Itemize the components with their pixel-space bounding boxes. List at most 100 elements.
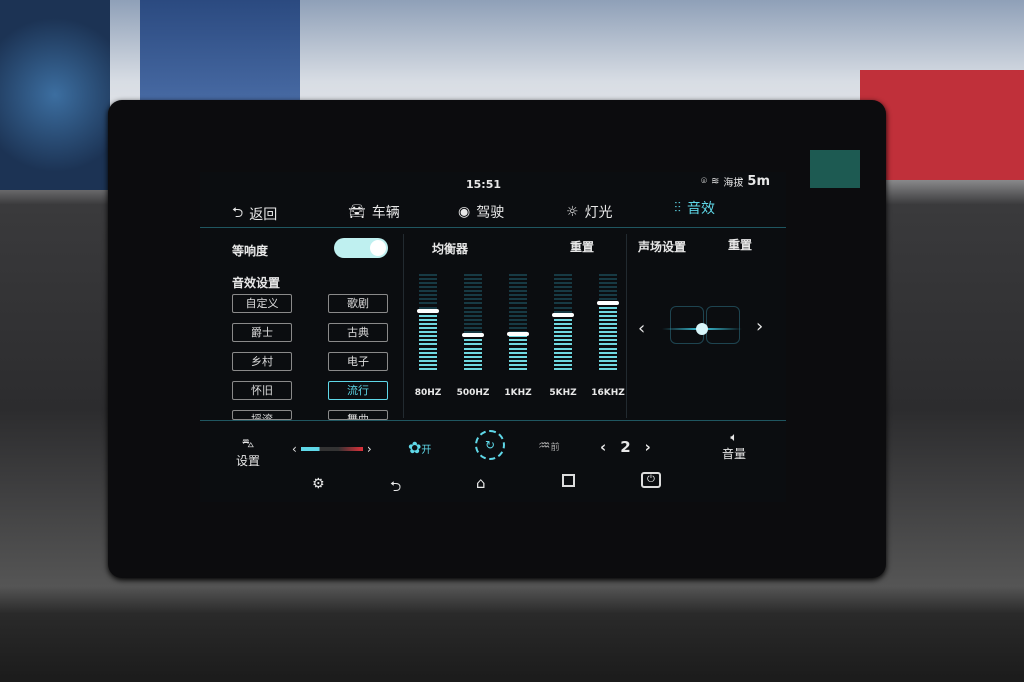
eq-band-label: 1KHZ [504,388,532,398]
eq-segment [599,322,617,325]
eq-segment [464,322,482,325]
eq-segment [464,314,482,317]
eq-segment [509,277,527,280]
equalizer-reset-button[interactable]: 重置 [570,238,594,255]
chevron-right-icon[interactable]: › [367,442,372,456]
sound-field-title: 声场设置 [638,240,687,254]
tab-back[interactable]: ⮌ 返回 [232,202,277,226]
preset-button[interactable]: 自定义 [232,294,292,313]
preset-button[interactable]: 乡村 [232,352,292,371]
eq-slider-80hz[interactable] [417,270,439,370]
eq-segment [419,277,437,280]
eq-segment [554,355,572,358]
eq-segment [554,281,572,284]
eq-handle[interactable] [462,333,484,337]
eq-segment [554,322,572,325]
eq-segment [464,277,482,280]
fan-toggle-button[interactable]: ✿开 [408,438,431,457]
loudness-toggle[interactable] [334,238,388,258]
eq-segment [554,343,572,346]
preset-button[interactable]: 歌剧 [328,294,388,313]
light-icon: ☼ [566,204,579,220]
eq-slider-5khz[interactable] [552,270,574,370]
eq-segment [509,322,527,325]
preset-button[interactable]: 爵士 [232,323,292,342]
eq-segment [464,363,482,366]
tab-sound[interactable]: ⫶⫶ 音效 [674,198,715,218]
tab-label: 车辆 [371,205,400,221]
preset-button[interactable]: 舞曲 [328,410,388,420]
eq-handle[interactable] [417,309,439,313]
sound-field-reset-button[interactable]: 重置 [728,236,752,253]
eq-handle[interactable] [597,301,619,305]
temperature-bar[interactable] [300,447,363,451]
eq-segment [554,273,572,276]
preset-button[interactable]: 摇滚 [232,410,292,420]
tab-vehicle[interactable]: 🚘︎ 车辆 [348,202,400,222]
eq-segment [554,331,572,334]
eq-segment [464,318,482,321]
eq-segment [464,306,482,309]
back-icon: ⮌ [232,205,244,221]
eq-segment [419,355,437,358]
tab-driving[interactable]: ◉ 驾驶 [458,202,504,222]
home-icon[interactable]: ⌂ [476,474,486,492]
chevron-left-icon[interactable]: ‹ [292,442,297,456]
eq-segment [509,290,527,293]
clock: 15:51 [466,178,502,191]
eq-segment [599,277,617,280]
eq-band-label: 80HZ [414,388,442,398]
eq-segment [554,302,572,305]
air-recirculation-button[interactable]: ↻ [475,430,505,460]
eq-segment [464,359,482,362]
background-screen-left [0,0,110,190]
eq-segment [509,314,527,317]
fan-on-label: 开 [421,445,432,456]
tab-lights[interactable]: ☼ 灯光 [566,202,613,222]
eq-segment [509,318,527,321]
defrost-label: 前 [550,443,560,453]
eq-segment [419,294,437,297]
chevron-right-icon[interactable]: › [645,438,651,456]
volume-button[interactable]: 🔈︎ 音量 [722,430,746,462]
eq-segment [509,351,527,354]
fan-speed-control[interactable]: ‹ 2 › [600,438,651,456]
eq-slider-1khz[interactable] [507,270,529,370]
preset-button[interactable]: 怀旧 [232,381,292,400]
eq-segment [464,298,482,301]
power-icon[interactable]: ⏻ [641,472,661,488]
nav-back-icon[interactable]: ⮌ [390,476,401,500]
preset-button[interactable]: 电子 [328,352,388,371]
eq-slider-500hz[interactable] [462,270,484,370]
eq-handle[interactable] [507,332,529,336]
eq-band-label: 16KHZ [591,388,625,398]
recent-apps-icon[interactable] [562,474,575,487]
front-defrost-button[interactable]: ♒前 [538,438,560,454]
preset-button[interactable]: 流行 [328,381,388,400]
temperature-control[interactable]: ‹ › [292,442,372,456]
eq-segment [599,318,617,321]
background-screen-middle [140,0,300,115]
eq-segment [419,363,437,366]
eq-slider-16khz[interactable] [597,270,619,370]
loudness-label: 等响度 [232,244,269,258]
eq-segment [464,368,482,370]
chevron-left-icon[interactable]: ‹ [600,438,606,456]
preset-button[interactable]: 古典 [328,323,388,342]
balance-knob[interactable] [696,323,708,335]
eq-segment [464,327,482,329]
eq-segment [599,363,617,366]
eq-segment [599,331,617,334]
vehicle-settings-button[interactable]: ⛍ 设置 [236,436,260,469]
eq-segment [464,290,482,293]
eq-segment [599,359,617,362]
chevron-left-icon[interactable]: ‹ [638,318,645,339]
eq-segment [509,355,527,358]
eq-segment [419,331,437,334]
eq-segment [419,298,437,301]
chevron-right-icon[interactable]: › [756,316,763,337]
eq-segment [554,298,572,301]
tab-label: 返回 [249,207,278,223]
settings-gear-icon[interactable]: ⚙ [312,476,325,492]
eq-handle[interactable] [552,313,574,317]
